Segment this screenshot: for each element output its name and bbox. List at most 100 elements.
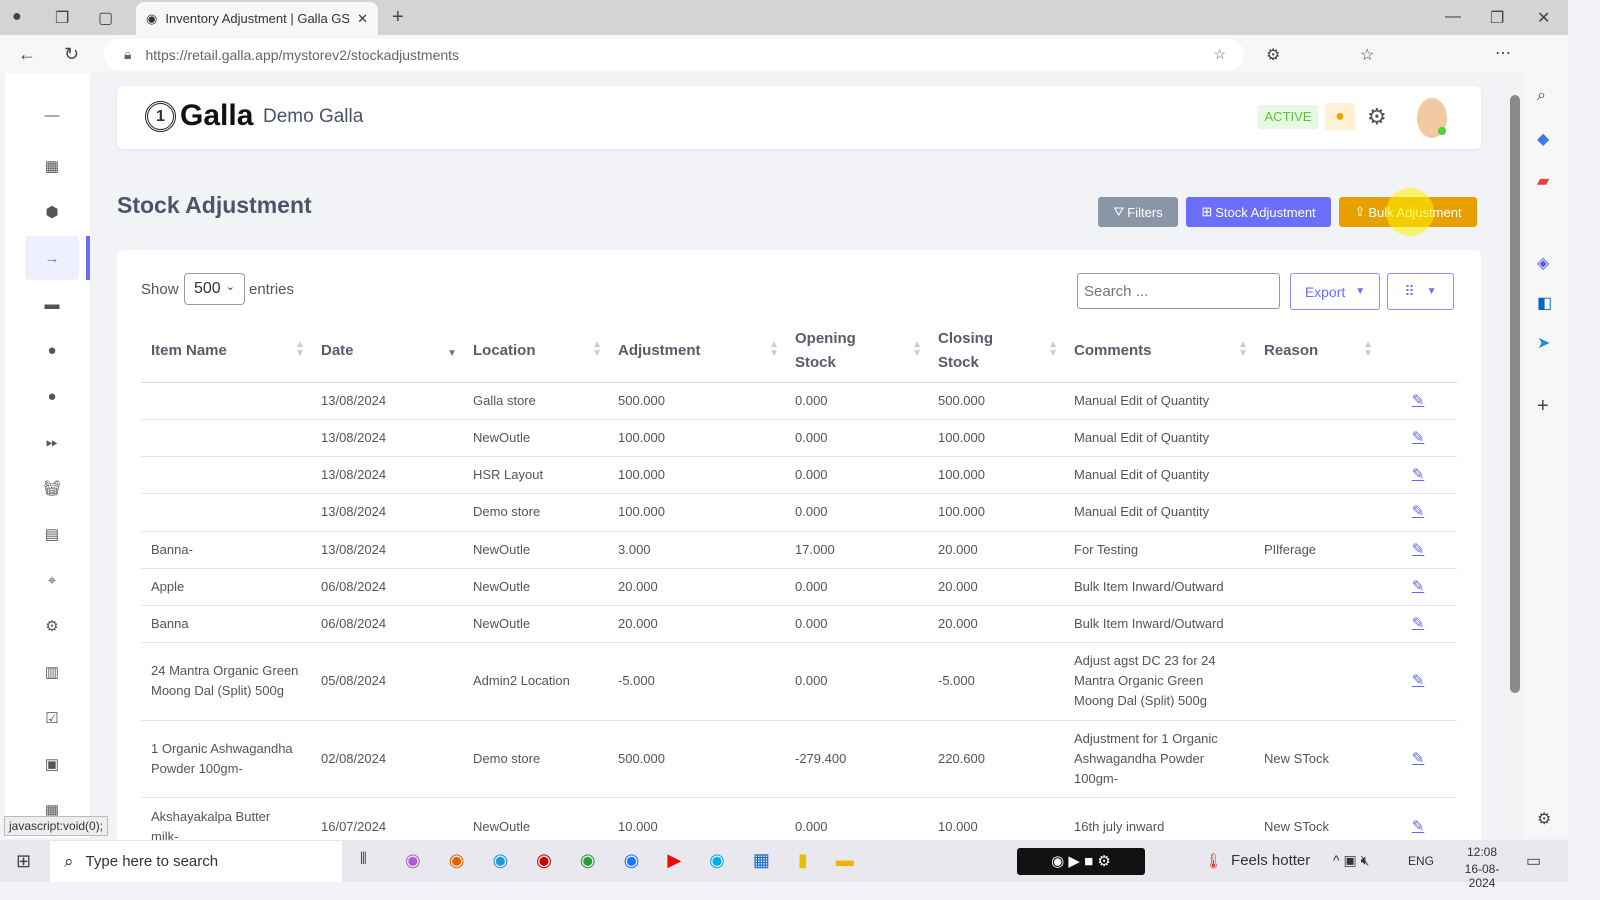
youtube-icon[interactable]: ▶ <box>667 850 681 871</box>
task-view-icon[interactable]: ⫴ <box>360 851 367 869</box>
edit-icon[interactable]: ✎ <box>1412 392 1425 409</box>
workspaces-icon[interactable]: ❐ <box>55 8 69 28</box>
firefox-icon[interactable]: ◉ <box>449 850 465 871</box>
column-visibility-button[interactable]: ⠿ ▼ <box>1387 273 1454 310</box>
entries-select[interactable]: 500 ⌄ <box>184 273 245 305</box>
table-cell: Adjustment for 1 Organic Ashwagandha Pow… <box>1064 720 1254 798</box>
edit-icon[interactable]: ✎ <box>1412 818 1425 835</box>
taskbar-search[interactable]: ⌕ Type here to search <box>50 841 342 882</box>
restore-icon[interactable]: ❐ <box>1490 8 1504 28</box>
shopping-tag-icon[interactable]: ◆ <box>1537 129 1549 149</box>
extensions-icon[interactable]: ⚙ <box>1266 45 1280 65</box>
stock-adjustment-button[interactable]: ⊞ Stock Adjustment <box>1186 197 1331 227</box>
column-header[interactable]: Location ▲ ▼ <box>463 320 608 383</box>
sidebar-item-customers[interactable]: ● <box>25 328 79 372</box>
language-indicator[interactable]: ENG <box>1408 854 1434 868</box>
column-header[interactable]: Item Name ▲ ▼ <box>141 320 311 383</box>
copilot-app-icon[interactable]: ◉ <box>405 850 421 871</box>
menu-toggle-icon[interactable]: — <box>25 93 79 137</box>
browser-tab[interactable]: ◉ Inventory Adjustment | Galla GST ✕ <box>136 2 378 35</box>
screen-recorder-toolbar[interactable]: ◉ ▶ ■ ⚙ <box>1017 848 1145 875</box>
sidebar-item-purchase[interactable]: 🧺︎ <box>25 466 79 510</box>
column-header[interactable]: Date ▼ <box>311 320 463 383</box>
sidebar-item-billing[interactable]: ▬ <box>25 282 79 326</box>
sidebar-item-settings[interactable]: ⚙ <box>25 604 79 648</box>
url-field[interactable]: 🔒︎ https://retail.galla.app/mystorev2/st… <box>104 39 1244 70</box>
column-header[interactable]: Closing Stock ▲ ▼ <box>928 320 1064 383</box>
edit-icon[interactable]: ✎ <box>1412 750 1425 767</box>
search-input[interactable] <box>1077 273 1280 309</box>
sidebar-item-cash[interactable]: ▣ <box>25 742 79 786</box>
table-cell: 13/08/2024 <box>311 456 463 494</box>
store-icon[interactable]: ▦ <box>753 850 770 871</box>
favorites-icon[interactable]: ☆ <box>1360 45 1374 65</box>
weather-widget[interactable]: 🌡︎ Feels hotter <box>1204 852 1310 870</box>
table-cell: 17.000 <box>785 531 928 569</box>
edit-icon[interactable]: ✎ <box>1412 503 1425 520</box>
windows-start-icon[interactable]: ⊞ <box>16 851 31 872</box>
back-icon[interactable]: ← <box>18 44 36 65</box>
scrollbar-thumb[interactable] <box>1510 95 1520 693</box>
filters-button[interactable]: ⛛ Filters <box>1098 197 1178 227</box>
sidebar-item-tasks[interactable]: ☑ <box>25 696 79 740</box>
tray-icons[interactable]: ^ ▣ 🔇︎ <box>1333 852 1369 869</box>
column-header[interactable]: Opening Stock ▲ ▼ <box>785 320 928 383</box>
new-tab-icon[interactable]: + <box>392 6 404 29</box>
notifications-icon[interactable]: ▭ <box>1526 851 1541 871</box>
table-cell: 100.000 <box>608 419 785 457</box>
facebook-icon[interactable]: ◉ <box>624 850 640 871</box>
close-window-icon[interactable]: ✕ <box>1537 8 1550 28</box>
sort-icon: ▲ ▼ <box>912 339 922 359</box>
settings-icon[interactable]: ⚙ <box>1537 809 1551 829</box>
edit-icon[interactable]: ✎ <box>1412 615 1425 632</box>
table-row: Apple 06/08/2024 NewOutle 20.000 0.000 20.000… <box>141 568 1457 606</box>
copilot-icon[interactable]: ◈ <box>1537 253 1549 273</box>
edit-icon[interactable]: ✎ <box>1412 672 1425 689</box>
table-cell: 06/08/2024 <box>311 605 463 643</box>
tab-actions-icon[interactable]: ▢ <box>98 8 113 28</box>
table-cell: Manual Edit of Quantity <box>1064 493 1254 532</box>
edit-icon[interactable]: ✎ <box>1412 578 1425 595</box>
settings-gear-icon[interactable]: ⚙ <box>1367 104 1387 130</box>
outlook-icon[interactable]: ◧ <box>1537 293 1552 313</box>
record-icon[interactable]: ◉ <box>536 850 552 871</box>
table-row: 13/08/2024 HSR Layout 100.000 0.000 100.000 M… <box>141 456 1457 494</box>
sidebar-item-products[interactable]: ⬢ <box>25 190 79 234</box>
table-cell: 13/08/2024 <box>311 419 463 457</box>
chrome-icon[interactable]: ◉ <box>580 850 596 871</box>
sidebar-item-contacts[interactable]: ▤ <box>25 512 79 556</box>
clock[interactable]: 12:08 16-08-2024 <box>1452 845 1512 890</box>
column-header[interactable]: Comments ▲ ▼ <box>1064 320 1254 383</box>
edit-icon[interactable]: ✎ <box>1412 429 1425 446</box>
reload-icon[interactable]: ↻ <box>64 44 79 65</box>
export-button[interactable]: Export ▼ <box>1290 273 1380 310</box>
add-icon[interactable]: + <box>1537 395 1549 418</box>
edit-icon[interactable]: ✎ <box>1412 541 1425 558</box>
minimize-icon[interactable]: — <box>1445 8 1461 26</box>
file-explorer-icon[interactable]: ▬ <box>836 850 854 871</box>
alert-icon[interactable]: ● <box>1325 103 1355 130</box>
table-cell <box>1254 382 1379 420</box>
profile-icon[interactable]: ● <box>12 8 22 26</box>
search-icon[interactable]: ⌕ <box>1537 87 1546 105</box>
table-row: Banna- 13/08/2024 NewOutle 3.000 17.000 20.00… <box>141 531 1457 569</box>
more-icon[interactable]: ⋯ <box>1495 43 1511 63</box>
table-cell: NewOutle <box>463 605 608 643</box>
sidebar-item-dashboard[interactable]: ▦ <box>25 144 79 188</box>
column-header[interactable]: Reason ▲ ▼ <box>1254 320 1379 383</box>
column-header[interactable]: Adjustment ▲ ▼ <box>608 320 785 383</box>
favorite-star-icon[interactable]: ☆ <box>1213 46 1226 63</box>
sidebar-item-locations[interactable]: ⌖ <box>25 558 79 602</box>
edit-icon[interactable]: ✎ <box>1412 466 1425 483</box>
app-icon[interactable]: ▮ <box>798 850 808 871</box>
send-icon[interactable]: ➤ <box>1537 333 1550 353</box>
tools-icon[interactable]: ▰ <box>1537 171 1549 191</box>
skype-icon[interactable]: ◉ <box>709 850 725 871</box>
sidebar-item-forward[interactable]: ⏩︎ <box>25 420 79 464</box>
sidebar-item-users[interactable]: ● <box>25 374 79 418</box>
sidebar-item-stock[interactable]: → <box>25 236 79 280</box>
table-cell <box>1254 605 1379 643</box>
close-tab-icon[interactable]: ✕ <box>357 11 368 27</box>
edge-icon[interactable]: ◉ <box>492 850 508 871</box>
sidebar-item-reports[interactable]: ▥ <box>25 650 79 694</box>
